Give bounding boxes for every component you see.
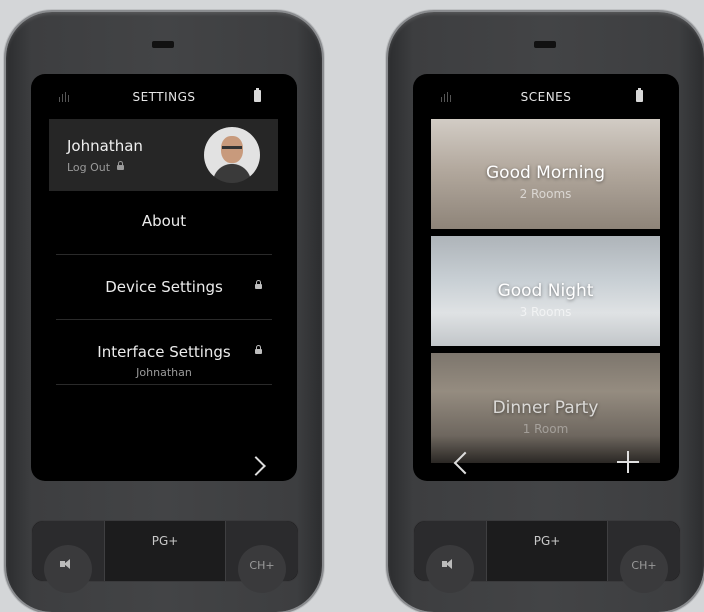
divider [56,384,272,385]
channel-label: CH+ [631,559,657,572]
channel-pad: CH+ [225,521,298,593]
scene-card-good-night[interactable]: Good Night 3 Rooms [431,236,660,346]
channel-label: CH+ [249,559,275,572]
menu-item-label: Interface Settings [97,343,231,361]
volume-button[interactable] [426,545,474,593]
status-bar: SETTINGS [31,74,297,120]
user-name: Johnathan [67,137,143,155]
menu-item-about[interactable]: About [56,212,272,230]
lock-icon [252,280,262,293]
scene-name: Good Morning [486,163,605,183]
menu-item-sublabel: Johnathan [136,366,192,379]
lock-icon [252,345,262,358]
lock-icon [116,161,124,170]
button-pad: PG+ CH+ [413,520,681,593]
battery-icon [254,88,261,102]
menu-item-device-settings[interactable]: Device Settings [56,278,272,296]
plus-icon[interactable] [617,451,639,473]
avatar[interactable] [204,127,260,183]
speaker-grille [534,41,556,48]
button-pad: PG+ CH+ [31,520,299,593]
chevron-right-icon[interactable] [246,456,266,476]
remote-device-scenes: SCENES Good Morning 2 Rooms Good Night 3… [388,12,704,612]
divider [56,319,272,320]
volume-icon [442,559,456,569]
scene-name: Good Night [497,281,594,301]
avatar-glasses [222,146,242,149]
speaker-grille [152,41,174,48]
scene-card-dinner-party[interactable]: Dinner Party 1 Room [431,353,660,463]
remote-device-settings: SETTINGS Johnathan Log Out About Device … [6,12,322,612]
menu-item-interface-settings[interactable]: Interface Settings [56,343,272,361]
user-card[interactable]: Johnathan Log Out [49,119,278,191]
scenes-screen: SCENES Good Morning 2 Rooms Good Night 3… [413,74,679,481]
channel-up-button[interactable]: CH+ [620,545,668,593]
scene-card-good-morning[interactable]: Good Morning 2 Rooms [431,119,660,229]
scene-name: Dinner Party [492,398,599,418]
volume-button[interactable] [44,545,92,593]
logout-label: Log Out [67,161,111,174]
battery-icon [636,88,643,102]
status-bar: SCENES [413,74,679,120]
channel-pad: CH+ [607,521,680,593]
scene-rooms: 2 Rooms [519,187,572,201]
divider [56,254,272,255]
scene-rooms: 3 Rooms [519,305,572,319]
volume-icon [60,559,74,569]
settings-screen: SETTINGS Johnathan Log Out About Device … [31,74,297,481]
scene-rooms: 1 Room [522,422,569,436]
avatar-face [221,136,243,163]
channel-up-button[interactable]: CH+ [238,545,286,593]
volume-pad [414,521,487,593]
logout-link[interactable]: Log Out [67,161,124,174]
menu-item-label: Device Settings [105,278,223,296]
volume-pad [32,521,105,593]
